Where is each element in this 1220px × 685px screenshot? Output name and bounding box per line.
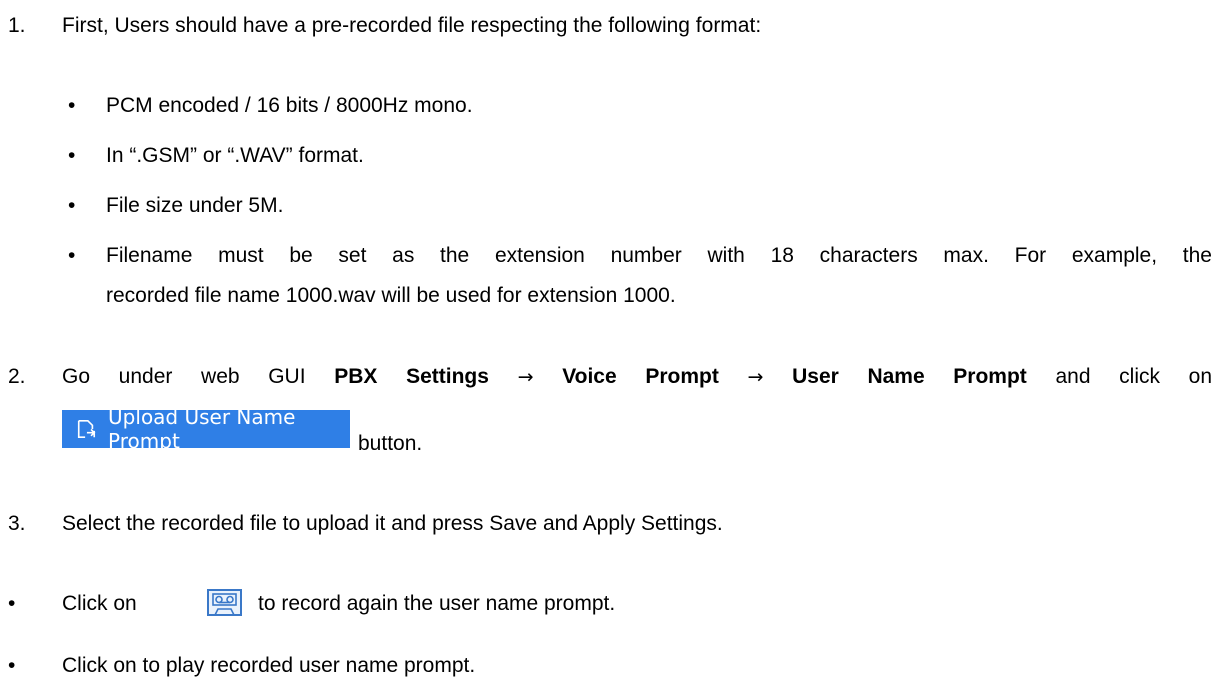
arrow-icon: →	[517, 366, 534, 388]
record-suffix: to record again the user name prompt.	[258, 592, 616, 615]
bullet-text: Filename must be set as the extension nu…	[106, 244, 1212, 267]
bullet-icon: •	[8, 654, 16, 677]
step-number: 1.	[8, 14, 26, 37]
bullet-icon: •	[68, 194, 76, 217]
upload-user-name-prompt-button[interactable]: Upload User Name Prompt	[62, 405, 350, 453]
after-button-text: button.	[358, 432, 422, 456]
bullet-text: recorded file name 1000.wav will be used…	[106, 284, 676, 307]
bullet-icon: •	[68, 244, 76, 267]
bullet-icon: •	[68, 144, 76, 167]
arrow-icon: →	[747, 366, 764, 388]
document-page: 1. First, Users should have a pre-record…	[0, 0, 1220, 685]
step-prefix: Go under web GUI	[62, 365, 306, 388]
bullet-text: File size under 5M.	[106, 194, 284, 217]
bullet-icon: •	[68, 94, 76, 117]
menu-path-pbx-settings: PBX Settings	[334, 365, 489, 388]
menu-path-voice-prompt: Voice Prompt	[562, 365, 719, 388]
bullet-text: PCM encoded / 16 bits / 8000Hz mono.	[106, 94, 473, 117]
upload-file-icon	[77, 419, 96, 439]
step-number: 2.	[8, 365, 26, 388]
upload-button-label: Upload User Name Prompt	[108, 405, 296, 453]
bullet-text: In “.GSM” or “.WAV” format.	[106, 144, 364, 167]
step-suffix: and click on	[1055, 365, 1213, 388]
step-text: Select the recorded file to upload it an…	[62, 512, 723, 535]
menu-path-user-name-prompt: User Name Prompt	[792, 365, 1027, 388]
record-prefix: Click on	[62, 592, 137, 615]
step-text: Go under web GUI PBX Settings → Voice Pr…	[62, 365, 1212, 389]
step-number: 3.	[8, 512, 26, 535]
step-text: First, Users should have a pre-recorded …	[62, 14, 762, 37]
after-button-label: button.	[358, 432, 423, 455]
play-text: Click on to play recorded user name prom…	[62, 654, 476, 677]
cassette-tape-icon[interactable]	[207, 589, 242, 616]
bullet-icon: •	[8, 592, 16, 615]
